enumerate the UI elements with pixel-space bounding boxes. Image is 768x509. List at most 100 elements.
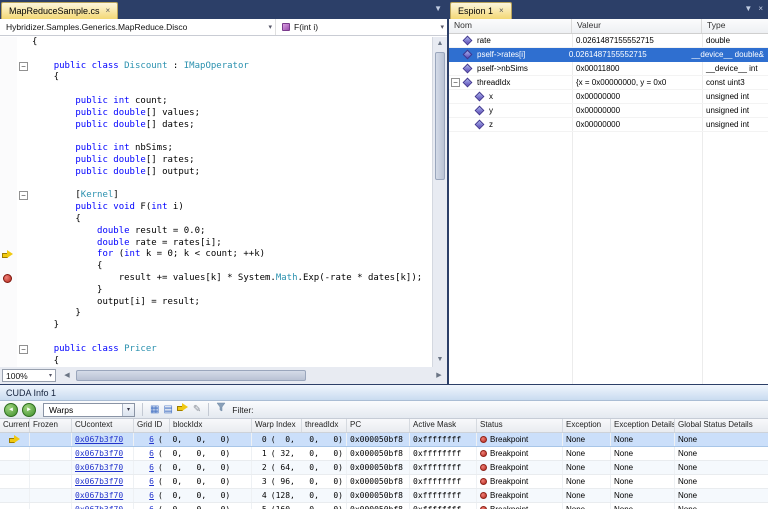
watch-row[interactable]: −threadIdx{x = 0x00000000, y = 0x0const … [449, 76, 768, 90]
watch-name-cell: rate [449, 34, 572, 47]
cucontext-link[interactable]: 0x067b3f70 [75, 491, 123, 500]
cucontext-link[interactable]: 0x067b3f70 [75, 435, 123, 444]
code-segment: double [97, 226, 130, 236]
scrollbar-thumb[interactable] [76, 370, 306, 381]
grid-view-icon[interactable]: ▦ [150, 403, 159, 417]
scroll-left-icon[interactable]: ◀ [60, 368, 74, 383]
column-header-type[interactable]: Type [702, 19, 768, 33]
column-header-status[interactable]: Status [477, 419, 563, 432]
fold-margin[interactable]: − − − [17, 37, 30, 367]
global-status-cell: None [675, 489, 768, 502]
tab-document[interactable]: MapReduceSample.cs × [1, 2, 118, 19]
editor-vertical-scrollbar[interactable]: ▲ ▼ [432, 37, 447, 367]
status-text: Breakpoint [490, 463, 528, 472]
column-header-active-mask[interactable]: Active Mask [410, 419, 477, 432]
warp-row[interactable]: 0x067b3f706( 0, 0, 0)5(160, 0, 0)0x00005… [0, 503, 768, 509]
variable-type: __device__ int [702, 62, 768, 75]
chevron-down-icon[interactable]: ▼ [434, 5, 442, 13]
watch-row[interactable]: pself->nbSims0x00011800__device__ int [449, 62, 768, 76]
column-header-cucontext[interactable]: CUcontext [72, 419, 134, 432]
code-segment: public [54, 344, 87, 354]
column-header-blockidx[interactable]: blockIdx [170, 419, 252, 432]
variable-type: unsigned int [702, 118, 768, 131]
cucontext-link[interactable]: 0x067b3f70 [75, 463, 123, 472]
code-line: double rate = rates[i]; [32, 238, 431, 250]
forward-button[interactable]: ► [22, 403, 36, 417]
warp-row[interactable]: 0x067b3f706( 0, 0, 0)3( 96, 0, 0)0x00005… [0, 475, 768, 489]
close-icon[interactable]: × [758, 5, 763, 13]
column-header-global-status-details[interactable]: Global Status Details [675, 419, 768, 432]
code-segment [32, 96, 75, 106]
frozen-cell[interactable] [30, 447, 72, 460]
frozen-cell[interactable] [30, 475, 72, 488]
warp-row[interactable]: 0x067b3f706( 0, 0, 0)1( 32, 0, 0)0x00005… [0, 447, 768, 461]
watch-row[interactable]: rate0.0261487155552715double [449, 34, 768, 48]
grid-id-link[interactable]: 6 [144, 491, 154, 500]
watch-rows: rate0.0261487155552715doublepself->rates… [449, 34, 768, 132]
watch-row[interactable]: x0x00000000unsigned int [449, 90, 768, 104]
column-header-exception[interactable]: Exception [563, 419, 611, 432]
grid-id-link[interactable]: 6 [144, 435, 154, 444]
cucontext-link[interactable]: 0x067b3f70 [75, 477, 123, 486]
close-icon[interactable]: × [499, 7, 504, 15]
editor-horizontal-scrollbar[interactable]: ◀ ▶ [60, 367, 447, 384]
glyph-margin[interactable] [0, 37, 17, 367]
type-dropdown[interactable]: Hybridizer.Samples.Generics.MapReduce.Di… [0, 19, 276, 35]
variable-icon [475, 120, 485, 130]
expander-spacer [463, 92, 472, 101]
edit-icon[interactable]: ✎ [193, 403, 201, 417]
cucontext-link[interactable]: 0x067b3f70 [75, 449, 123, 458]
watch-row[interactable]: y0x00000000unsigned int [449, 104, 768, 118]
frozen-cell[interactable] [30, 503, 72, 509]
column-header-pc[interactable]: PC [347, 419, 410, 432]
column-header-current[interactable]: Current [0, 419, 30, 432]
frozen-cell[interactable] [30, 433, 72, 446]
watch-row[interactable]: z0x00000000unsigned int [449, 118, 768, 132]
scrollbar-thumb[interactable] [435, 52, 445, 180]
watch-row[interactable]: pself->rates[i]0.0261487155552715__devic… [449, 48, 768, 62]
column-header-grid-id[interactable]: Grid ID [134, 419, 170, 432]
collapse-icon[interactable]: − [451, 78, 460, 87]
breakpoint-icon[interactable] [3, 274, 12, 283]
fold-collapse-icon[interactable]: − [19, 191, 28, 200]
zoom-selector[interactable]: 100% ▾ [2, 369, 56, 382]
scroll-down-icon[interactable]: ▼ [433, 353, 447, 367]
current-warp-arrow-icon [9, 435, 21, 444]
column-header-valeur[interactable]: Valeur [572, 19, 702, 33]
cucontext-link[interactable]: 0x067b3f70 [75, 505, 123, 509]
grid-id-link[interactable]: 6 [144, 463, 154, 472]
column-header-warp-index[interactable]: Warp Index [252, 419, 302, 432]
column-header-nom[interactable]: Nom [449, 19, 572, 33]
column-header-exception-details[interactable]: Exception Details [611, 419, 675, 432]
fold-collapse-icon[interactable]: − [19, 345, 28, 354]
watch-grid[interactable]: NomValeurType rate0.0261487155552715doub… [449, 19, 768, 384]
column-header-frozen[interactable]: Frozen [30, 419, 72, 432]
filter-icon[interactable] [216, 402, 226, 417]
fold-collapse-icon[interactable]: − [19, 62, 28, 71]
variable-type: const uint3 [702, 76, 768, 89]
grid-id-link[interactable]: 6 [144, 449, 154, 458]
frozen-cell[interactable] [30, 461, 72, 474]
exception-cell: None [563, 433, 611, 446]
tab-watch[interactable]: Espion 1 × [450, 2, 512, 19]
grid-id-link[interactable]: 6 [144, 477, 154, 486]
column-header-threadidx[interactable]: threadIdx [302, 419, 347, 432]
view-selector[interactable]: Warps ▾ [43, 403, 135, 417]
close-icon[interactable]: × [106, 7, 111, 15]
warp-index-value: 2 [255, 463, 267, 472]
scroll-right-icon[interactable]: ▶ [432, 368, 446, 383]
code-editor[interactable]: −−− { public class Discount : IMapOperat… [0, 36, 447, 367]
watch-name-cell: y [449, 104, 572, 117]
warp-row[interactable]: 0x067b3f706( 0, 0, 0)0( 0, 0, 0)0x000050… [0, 433, 768, 447]
chevron-down-icon[interactable]: ▼ [744, 5, 752, 13]
warp-row[interactable]: 0x067b3f706( 0, 0, 0)4(128, 0, 0)0x00005… [0, 489, 768, 503]
warp-row[interactable]: 0x067b3f706( 0, 0, 0)2( 64, 0, 0)0x00005… [0, 461, 768, 475]
frozen-cell[interactable] [30, 489, 72, 502]
member-dropdown[interactable]: F(int i) ▾ [276, 19, 447, 35]
code-line [32, 49, 431, 61]
back-button[interactable]: ◄ [4, 403, 18, 417]
scroll-up-icon[interactable]: ▲ [433, 37, 447, 51]
details-view-icon[interactable]: ▤ [163, 403, 172, 417]
go-to-current-icon[interactable] [177, 403, 189, 417]
grid-id-link[interactable]: 6 [144, 505, 154, 509]
